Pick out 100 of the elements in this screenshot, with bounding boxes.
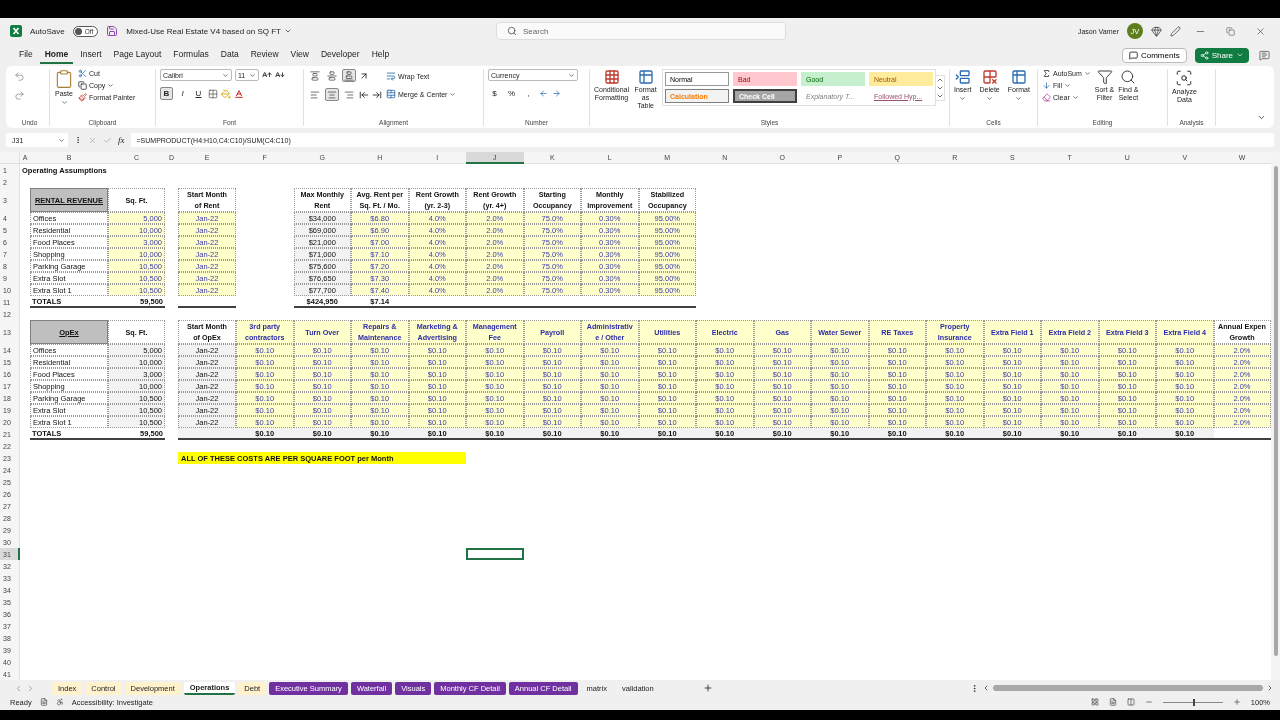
total-cell bbox=[178, 428, 236, 440]
pen-icon[interactable] bbox=[1170, 25, 1181, 37]
autosave-label: AutoSave bbox=[30, 26, 65, 36]
caret-icon bbox=[1083, 70, 1091, 77]
align-bottom-button[interactable] bbox=[342, 69, 356, 82]
align-top-icon bbox=[310, 70, 320, 81]
menu-tab[interactable]: Developer bbox=[315, 46, 365, 64]
scan-search-icon bbox=[1175, 69, 1194, 87]
search-icon bbox=[1120, 69, 1137, 85]
redo-icon[interactable] bbox=[14, 90, 25, 101]
merge-cells-icon bbox=[386, 89, 396, 99]
font-shrink-icon[interactable] bbox=[275, 70, 285, 80]
font-grow-icon[interactable] bbox=[262, 70, 272, 80]
caret-icon bbox=[1236, 51, 1244, 59]
menu-tab[interactable]: View bbox=[285, 46, 314, 64]
clipboard-icon bbox=[54, 69, 74, 89]
accessibility-icon bbox=[55, 698, 64, 706]
page-layout-icon[interactable] bbox=[1108, 698, 1117, 706]
grid-x-icon bbox=[981, 69, 998, 85]
save-icon[interactable] bbox=[106, 25, 119, 37]
font-style-button[interactable]: I bbox=[176, 87, 189, 100]
menu-tab[interactable]: Insert bbox=[75, 46, 107, 64]
menu-tab[interactable]: Help bbox=[366, 46, 395, 64]
arrow-left-icon[interactable] bbox=[539, 89, 548, 98]
undo-icon[interactable] bbox=[14, 71, 25, 82]
scrollbar-thumb[interactable] bbox=[1273, 166, 1278, 656]
spreadsheet-logo-icon bbox=[10, 25, 22, 37]
caret-icon bbox=[449, 90, 457, 98]
fill-color-icon[interactable] bbox=[221, 88, 231, 99]
insert-rows-icon bbox=[954, 69, 971, 85]
orientation-icon[interactable] bbox=[359, 70, 369, 81]
scroll-right-icon[interactable] bbox=[1266, 684, 1274, 692]
menu-tab[interactable]: Home bbox=[39, 46, 74, 64]
more-icon bbox=[74, 136, 82, 144]
feedback-icon[interactable] bbox=[1259, 49, 1270, 61]
caret-icon bbox=[60, 99, 68, 106]
share-icon bbox=[1199, 50, 1209, 60]
scroll-left-icon[interactable] bbox=[982, 684, 990, 692]
arrow-right-icon[interactable] bbox=[552, 89, 561, 98]
menu-tab[interactable]: Formulas bbox=[168, 46, 214, 64]
comment-icon bbox=[1128, 50, 1138, 60]
page-break-icon[interactable] bbox=[1126, 698, 1135, 706]
arrow-down-icon bbox=[1042, 81, 1051, 90]
menu-tab[interactable]: Page Layout bbox=[108, 46, 167, 64]
document-icon bbox=[39, 698, 48, 706]
comments-button[interactable]: Comments bbox=[1121, 47, 1187, 63]
search-icon bbox=[507, 26, 517, 36]
number-format-button[interactable]: $ bbox=[488, 87, 501, 100]
scissors-icon bbox=[78, 69, 87, 78]
menu-tab[interactable]: Review bbox=[245, 46, 284, 64]
caret-icon bbox=[222, 71, 229, 79]
share-button[interactable]: Share bbox=[1194, 47, 1249, 63]
align-right-icon bbox=[344, 89, 354, 100]
next-sheet-icon[interactable] bbox=[26, 683, 35, 693]
collapse-ribbon-icon[interactable] bbox=[1257, 113, 1266, 122]
restore-icon[interactable] bbox=[1226, 26, 1235, 36]
search-field[interactable]: Search bbox=[496, 22, 786, 40]
align-middle-icon bbox=[327, 70, 337, 81]
more-icon bbox=[970, 683, 979, 693]
zoom-in-icon[interactable] bbox=[1232, 698, 1241, 706]
align-left-icon bbox=[310, 89, 320, 100]
close-icon[interactable] bbox=[1255, 25, 1266, 37]
paintbrush-icon bbox=[78, 93, 87, 102]
menu-tab[interactable]: File bbox=[14, 46, 38, 64]
number-format-button[interactable]: % bbox=[505, 87, 518, 100]
search-placeholder: Search bbox=[523, 26, 549, 36]
caret-icon bbox=[986, 95, 994, 102]
align-center-button[interactable] bbox=[325, 88, 339, 101]
grid-icon bbox=[603, 69, 620, 85]
filter-icon bbox=[1096, 69, 1113, 85]
caret-icon bbox=[568, 71, 575, 79]
align-left-button[interactable] bbox=[308, 88, 322, 101]
gem-icon[interactable] bbox=[1151, 25, 1162, 37]
increase-indent-icon[interactable] bbox=[372, 89, 382, 100]
font-color-icon[interactable] bbox=[234, 88, 244, 99]
previous-sheet-icon[interactable] bbox=[14, 683, 23, 693]
caret-icon bbox=[249, 71, 256, 79]
align-middle-button[interactable] bbox=[325, 69, 339, 82]
add-sheet-icon[interactable] bbox=[702, 683, 713, 693]
table-icon bbox=[637, 69, 654, 85]
copy-icon bbox=[78, 81, 87, 90]
toggle-knob[interactable] bbox=[74, 27, 82, 35]
caret-icon bbox=[959, 95, 967, 102]
horizontal-scrollbar[interactable] bbox=[993, 685, 1263, 691]
font-style-button[interactable]: U bbox=[192, 87, 205, 100]
caret-icon[interactable] bbox=[284, 27, 292, 35]
eraser-icon bbox=[1042, 93, 1051, 102]
menu-tab[interactable]: Data bbox=[215, 46, 244, 64]
insert-function-button[interactable]: fx bbox=[118, 135, 125, 145]
borders-icon[interactable] bbox=[208, 88, 218, 99]
font-style-button[interactable]: B bbox=[160, 87, 173, 100]
number-format-button[interactable]: , bbox=[522, 87, 535, 100]
align-center-icon bbox=[327, 89, 337, 100]
file-name-button[interactable]: Mixed-Use Real Estate V4 based on SQ FT bbox=[126, 26, 292, 36]
caret-icon bbox=[107, 82, 115, 89]
normal-view-icon[interactable] bbox=[1090, 698, 1099, 706]
align-top-button[interactable] bbox=[308, 69, 322, 82]
align-bottom-icon bbox=[344, 70, 354, 81]
decrease-indent-icon[interactable] bbox=[359, 89, 369, 100]
zoom-thumb[interactable] bbox=[1192, 698, 1195, 706]
